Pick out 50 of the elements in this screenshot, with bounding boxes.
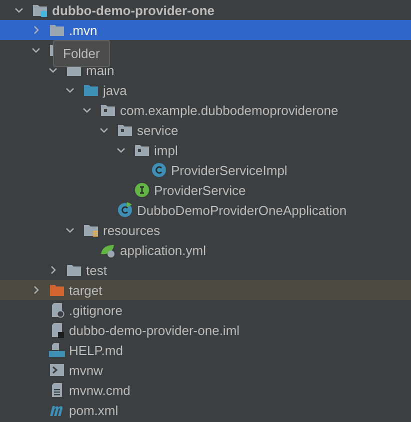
tree-item-label: ProviderService bbox=[154, 182, 246, 198]
tooltip: Folder bbox=[53, 40, 110, 67]
file-icon bbox=[49, 302, 65, 318]
interface-icon bbox=[134, 182, 150, 198]
file-icon bbox=[49, 322, 65, 338]
folder-icon bbox=[66, 262, 82, 278]
folder-icon bbox=[83, 222, 99, 238]
tree-item-label: application.yml bbox=[120, 242, 206, 258]
tree-item-label: com.example.dubbodemoproviderone bbox=[120, 102, 338, 118]
tree-item-label: ProviderServiceImpl bbox=[171, 162, 288, 178]
tree-item-label: .mvn bbox=[69, 22, 98, 38]
chevron-icon[interactable] bbox=[65, 225, 75, 235]
tree-item-label: java bbox=[103, 82, 127, 98]
spring-class-icon bbox=[117, 202, 133, 218]
chevron-icon[interactable] bbox=[48, 65, 58, 75]
tree-item-label: pom.xml bbox=[69, 402, 118, 418]
tree-item-label: resources bbox=[103, 222, 160, 238]
tree-item-label: service bbox=[137, 122, 178, 138]
class-icon bbox=[151, 162, 167, 178]
tree-item-label: target bbox=[69, 282, 102, 298]
tree-item-label: impl bbox=[154, 142, 178, 158]
chevron-icon[interactable] bbox=[31, 285, 41, 295]
terminal-icon bbox=[49, 362, 65, 378]
highlighted-tree-row[interactable]: target bbox=[0, 280, 411, 300]
folder-icon bbox=[49, 22, 65, 38]
markdown-file-icon bbox=[49, 342, 65, 358]
folder-icon bbox=[49, 282, 65, 298]
chevron-icon[interactable] bbox=[65, 85, 75, 95]
chevron-icon[interactable] bbox=[82, 105, 92, 115]
tree-item-label: mvnw.cmd bbox=[69, 382, 130, 398]
chevron-icon[interactable] bbox=[99, 125, 109, 135]
package-icon bbox=[100, 102, 116, 118]
chevron-icon[interactable] bbox=[116, 145, 126, 155]
package-icon bbox=[134, 142, 150, 158]
tree-item-label: .gitignore bbox=[69, 302, 122, 318]
chevron-icon[interactable] bbox=[31, 45, 41, 55]
module-folder-icon bbox=[32, 2, 48, 18]
tree-item-label: DubboDemoProviderOneApplication bbox=[137, 202, 347, 218]
selected-tree-row[interactable]: .mvn bbox=[0, 20, 411, 40]
tree-item-label: dubbo-demo-provider-one bbox=[52, 2, 214, 18]
tree-item-label: test bbox=[86, 262, 107, 278]
text-file-icon bbox=[49, 382, 65, 398]
tree-item-label: HELP.md bbox=[69, 342, 123, 358]
package-icon bbox=[117, 122, 133, 138]
chevron-icon[interactable] bbox=[48, 265, 58, 275]
leaf-icon bbox=[100, 242, 116, 258]
chevron-icon[interactable] bbox=[14, 5, 24, 15]
tree-item-label: dubbo-demo-provider-one.iml bbox=[69, 322, 240, 338]
tree-item-label: mvnw bbox=[69, 362, 103, 378]
folder-icon bbox=[83, 82, 99, 98]
